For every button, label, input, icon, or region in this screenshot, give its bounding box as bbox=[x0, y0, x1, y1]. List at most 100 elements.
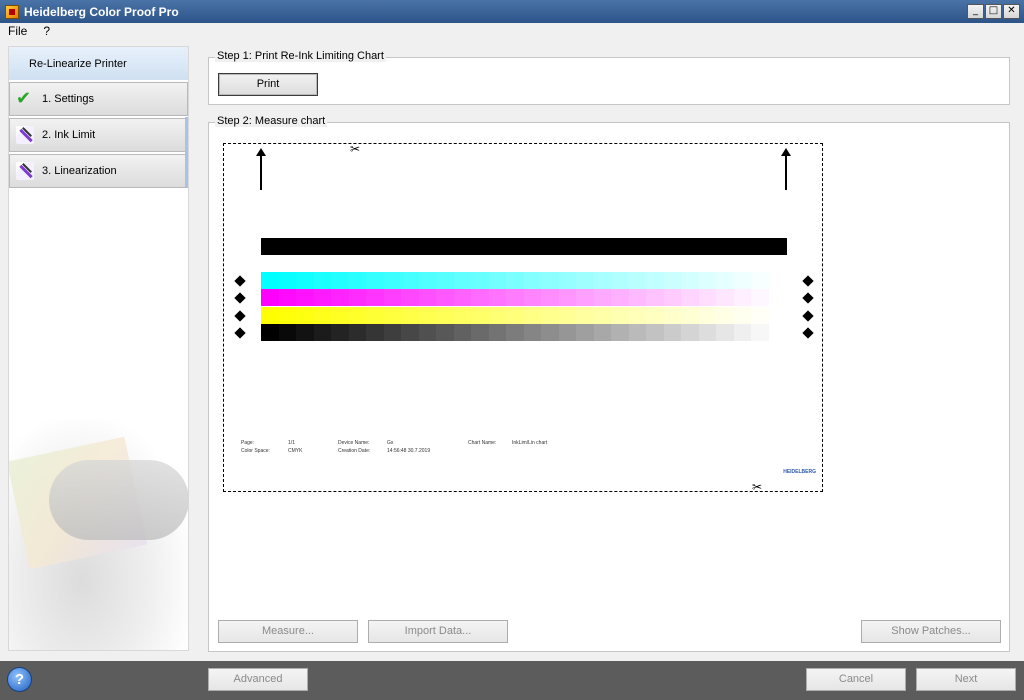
minimize-button[interactable]: _ bbox=[967, 4, 984, 19]
sidebar-item-label: 3. Linearization bbox=[42, 165, 117, 177]
sidebar-item-linearization[interactable]: 3. Linearization bbox=[9, 154, 188, 188]
color-patch bbox=[628, 307, 647, 324]
color-patch bbox=[296, 289, 314, 306]
color-patch bbox=[663, 272, 682, 289]
color-patch bbox=[418, 307, 437, 324]
color-patch bbox=[611, 272, 629, 289]
color-patch bbox=[733, 324, 752, 341]
next-button[interactable]: Next bbox=[916, 668, 1016, 691]
color-patch bbox=[331, 272, 349, 289]
sidebar-item-ink-limit[interactable]: 2. Ink Limit bbox=[9, 118, 188, 152]
cancel-button[interactable]: Cancel bbox=[806, 668, 906, 691]
show-patches-button[interactable]: Show Patches... bbox=[861, 620, 1001, 643]
color-patch bbox=[593, 307, 612, 324]
color-patch bbox=[436, 272, 454, 289]
color-patch bbox=[716, 272, 734, 289]
color-patch bbox=[401, 324, 419, 341]
color-patch bbox=[558, 289, 577, 306]
color-patch bbox=[698, 307, 717, 324]
color-patch bbox=[646, 272, 664, 289]
color-patch bbox=[716, 324, 734, 341]
color-patch bbox=[418, 324, 437, 341]
menu-file[interactable]: File bbox=[0, 23, 35, 40]
color-patch bbox=[366, 307, 384, 324]
info-device-name-value: Gx bbox=[387, 440, 394, 446]
color-patch bbox=[261, 272, 279, 289]
sidebar: Re-Linearize Printer ✔ 1. Settings 2. In… bbox=[8, 46, 189, 651]
advanced-button[interactable]: Advanced bbox=[208, 668, 308, 691]
registration-mark bbox=[802, 310, 814, 322]
color-patch bbox=[733, 272, 752, 289]
color-patch bbox=[471, 307, 489, 324]
color-patch bbox=[313, 272, 332, 289]
info-creation-date-value: 14:56:48 30.7.2019 bbox=[387, 448, 431, 454]
color-patch bbox=[471, 272, 489, 289]
color-patch bbox=[278, 289, 297, 306]
color-patch bbox=[278, 324, 297, 341]
color-patch bbox=[348, 324, 367, 341]
black-bar bbox=[261, 238, 787, 255]
color-patch bbox=[698, 289, 717, 306]
color-patch bbox=[576, 272, 594, 289]
color-patch bbox=[261, 307, 279, 324]
color-patch bbox=[488, 289, 507, 306]
registration-mark bbox=[234, 275, 246, 287]
color-patch bbox=[453, 289, 472, 306]
registration-mark bbox=[234, 310, 246, 322]
color-patch bbox=[558, 324, 577, 341]
print-button[interactable]: Print bbox=[218, 73, 318, 96]
step2-title: Step 2: Measure chart bbox=[215, 115, 328, 127]
color-patch bbox=[488, 272, 507, 289]
color-patch bbox=[733, 307, 752, 324]
color-patch bbox=[506, 324, 524, 341]
scissors-icon: ✂ bbox=[752, 480, 763, 494]
color-patch bbox=[383, 289, 402, 306]
color-patch bbox=[611, 307, 629, 324]
color-patch bbox=[436, 324, 454, 341]
black-strip bbox=[261, 324, 769, 341]
color-patch bbox=[278, 307, 297, 324]
color-patch bbox=[576, 324, 594, 341]
heidelberg-logo: HEIDELBERG bbox=[783, 469, 816, 475]
info-chart-name-label: Chart Name: bbox=[468, 440, 497, 446]
color-patch bbox=[716, 289, 734, 306]
sidebar-item-label: 1. Settings bbox=[42, 93, 94, 105]
measure-button[interactable]: Measure... bbox=[218, 620, 358, 643]
window-title: Heidelberg Color Proof Pro bbox=[24, 4, 179, 19]
color-patch bbox=[523, 307, 542, 324]
color-patch bbox=[716, 307, 734, 324]
window-controls: _ □ ✕ bbox=[967, 4, 1020, 19]
color-patch bbox=[576, 289, 594, 306]
color-patch bbox=[751, 289, 769, 306]
sidebar-item-settings[interactable]: ✔ 1. Settings bbox=[9, 82, 188, 116]
color-patch bbox=[541, 307, 559, 324]
import-data-button[interactable]: Import Data... bbox=[368, 620, 508, 643]
color-patch bbox=[331, 324, 349, 341]
title-bar: Heidelberg Color Proof Pro _ □ ✕ bbox=[0, 0, 1024, 23]
color-patch bbox=[541, 289, 559, 306]
color-patch bbox=[296, 272, 314, 289]
color-patch bbox=[471, 324, 489, 341]
color-patch bbox=[401, 272, 419, 289]
color-patch bbox=[558, 307, 577, 324]
menu-help[interactable]: ? bbox=[35, 23, 58, 40]
scissors-icon: ✂ bbox=[350, 142, 361, 156]
color-patch bbox=[278, 272, 297, 289]
registration-mark bbox=[234, 292, 246, 304]
help-icon[interactable]: ? bbox=[7, 667, 32, 692]
info-creation-date-label: Creation Date: bbox=[338, 448, 371, 454]
color-patch bbox=[646, 307, 664, 324]
color-patch bbox=[663, 307, 682, 324]
close-button[interactable]: ✕ bbox=[1003, 4, 1020, 19]
color-patch bbox=[401, 289, 419, 306]
info-page-value: 1/1 bbox=[288, 440, 295, 446]
color-patch bbox=[348, 289, 367, 306]
color-patch bbox=[646, 324, 664, 341]
color-patch bbox=[383, 324, 402, 341]
color-patch bbox=[453, 324, 472, 341]
registration-mark bbox=[234, 327, 246, 339]
registration-mark bbox=[802, 275, 814, 287]
color-patch bbox=[681, 324, 699, 341]
color-patch bbox=[331, 307, 349, 324]
maximize-button[interactable]: □ bbox=[985, 4, 1002, 19]
